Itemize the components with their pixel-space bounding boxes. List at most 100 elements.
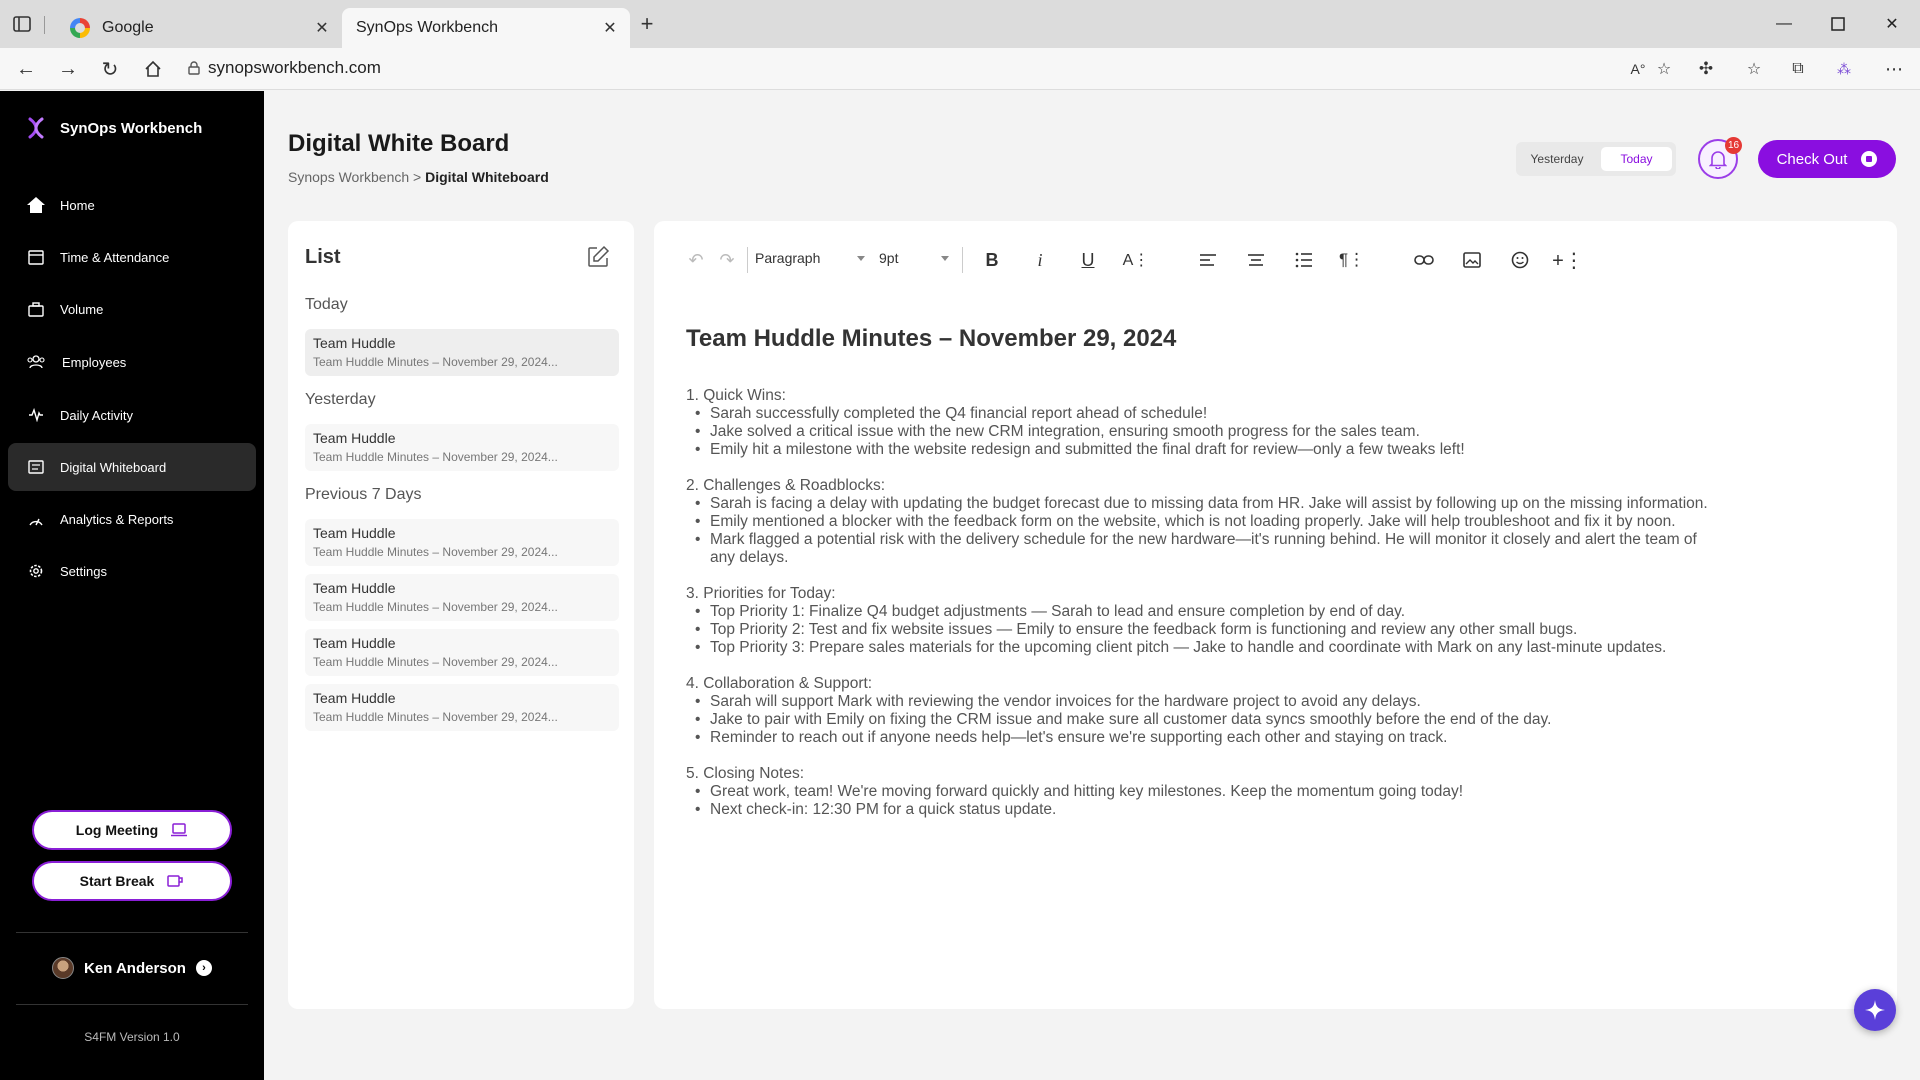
image-icon[interactable] bbox=[1460, 248, 1484, 272]
list-item[interactable]: Team Huddle Team Huddle Minutes – Novemb… bbox=[305, 329, 619, 376]
url-input[interactable]: synopsworkbench.com bbox=[208, 58, 381, 78]
bold-icon[interactable]: B bbox=[980, 248, 1004, 272]
bullet-item: Jake solved a critical issue with the ne… bbox=[686, 423, 1726, 441]
section-heading: 2. Challenges & Roadblocks: bbox=[686, 477, 886, 494]
brand[interactable]: SynOps Workbench bbox=[24, 116, 202, 140]
italic-icon[interactable]: i bbox=[1028, 248, 1052, 272]
section-collaboration: 4. Collaboration & Support: Sarah will s… bbox=[686, 675, 1726, 747]
check-out-label: Check Out bbox=[1776, 150, 1848, 168]
list-item-subtitle: Team Huddle Minutes – November 29, 2024.… bbox=[313, 655, 558, 669]
document-title[interactable]: Team Huddle Minutes – November 29, 2024 bbox=[686, 325, 1176, 353]
tab-title: SynOps Workbench bbox=[356, 19, 498, 36]
chevron-right-icon[interactable]: › bbox=[196, 960, 212, 976]
document-body[interactable]: 1. Quick Wins: Sarah successfully comple… bbox=[686, 387, 1726, 837]
block-style-value: Paragraph bbox=[755, 250, 821, 266]
bullet-item: Emily mentioned a blocker with the feedb… bbox=[686, 513, 1726, 531]
sidebar-item-daily-activity[interactable]: Daily Activity bbox=[8, 391, 256, 439]
maximize-icon[interactable] bbox=[1826, 12, 1850, 36]
undo-icon[interactable]: ↶ bbox=[684, 248, 708, 272]
toggle-today[interactable]: Today bbox=[1601, 147, 1672, 171]
brand-name: SynOps Workbench bbox=[60, 119, 203, 137]
paragraph-format-icon[interactable]: ¶⋮ bbox=[1339, 248, 1365, 272]
sidebar-item-home[interactable]: Home bbox=[8, 181, 256, 229]
sidebar-item-employees[interactable]: Employees bbox=[8, 338, 256, 386]
extensions-icon[interactable]: ✣ bbox=[1694, 57, 1718, 81]
list-item[interactable]: Team Huddle Team Huddle Minutes – Novemb… bbox=[305, 629, 619, 676]
toolbar-divider bbox=[962, 247, 963, 273]
sidebar-item-label: Home bbox=[60, 197, 95, 213]
gear-icon bbox=[26, 561, 46, 581]
bell-icon bbox=[1709, 151, 1727, 169]
align-center-icon[interactable] bbox=[1244, 248, 1268, 272]
breadcrumb-current: Digital Whiteboard bbox=[425, 169, 549, 185]
home-button-icon[interactable] bbox=[141, 57, 165, 81]
breadcrumb-root[interactable]: Synops Workbench bbox=[288, 169, 409, 185]
chevron-down-icon bbox=[941, 256, 949, 261]
log-meeting-button[interactable]: Log Meeting bbox=[32, 810, 232, 850]
block-style-select[interactable]: Paragraph bbox=[755, 250, 867, 270]
underline-icon[interactable]: U bbox=[1076, 248, 1100, 272]
editor-panel: ↶ ↷ Paragraph 9pt B i U A⋮ ¶⋮ +⋮ Team Hu… bbox=[654, 221, 1897, 1009]
list-item-title: Team Huddle bbox=[313, 690, 396, 706]
close-icon[interactable]: ✕ bbox=[312, 18, 332, 38]
collections-icon[interactable]: ⧉ bbox=[1786, 57, 1810, 81]
bullet-item: Next check-in: 12:30 PM for a quick stat… bbox=[686, 801, 1726, 819]
lock-icon bbox=[188, 61, 200, 75]
more-icon[interactable]: ⋯ bbox=[1882, 57, 1906, 81]
list-item[interactable]: Team Huddle Team Huddle Minutes – Novemb… bbox=[305, 574, 619, 621]
user-profile[interactable]: Ken Anderson bbox=[52, 957, 186, 979]
toolbar-divider bbox=[747, 247, 748, 273]
favorite-add-icon[interactable]: ☆ bbox=[1652, 57, 1676, 81]
list-item[interactable]: Team Huddle Team Huddle Minutes – Novemb… bbox=[305, 684, 619, 731]
list-item-title: Team Huddle bbox=[313, 335, 396, 351]
toggle-yesterday[interactable]: Yesterday bbox=[1520, 147, 1594, 171]
link-icon[interactable] bbox=[1412, 248, 1436, 272]
text-format-icon[interactable]: A⋮ bbox=[1123, 248, 1150, 272]
sidebar-item-volume[interactable]: Volume bbox=[8, 285, 256, 333]
back-icon[interactable]: ← bbox=[14, 57, 38, 81]
start-break-button[interactable]: Start Break bbox=[32, 861, 232, 901]
sidebar-item-label: Daily Activity bbox=[60, 407, 133, 423]
align-left-icon[interactable] bbox=[1196, 248, 1220, 272]
redo-icon[interactable]: ↷ bbox=[715, 248, 739, 272]
log-meeting-label: Log Meeting bbox=[75, 822, 159, 838]
list-panel: List Today Team Huddle Team Huddle Minut… bbox=[288, 221, 634, 1009]
users-icon bbox=[26, 352, 46, 372]
group-yesterday: Yesterday bbox=[305, 391, 376, 408]
bullet-item: Top Priority 1: Finalize Q4 budget adjus… bbox=[686, 603, 1726, 621]
tab-actions-icon[interactable] bbox=[12, 14, 32, 34]
close-icon[interactable]: ✕ bbox=[600, 18, 620, 38]
new-note-icon[interactable] bbox=[586, 245, 610, 269]
tab-synops[interactable]: SynOps Workbench ✕ bbox=[342, 8, 630, 48]
section-priorities: 3. Priorities for Today: Top Priority 1:… bbox=[686, 585, 1726, 657]
insert-more-icon[interactable]: +⋮ bbox=[1552, 248, 1584, 272]
font-size-select[interactable]: 9pt bbox=[879, 250, 951, 270]
list-item[interactable]: Team Huddle Team Huddle Minutes – Novemb… bbox=[305, 519, 619, 566]
new-tab-icon[interactable]: + bbox=[637, 11, 657, 36]
breadcrumb-separator: > bbox=[409, 169, 426, 185]
coffee-icon bbox=[167, 875, 184, 887]
sidebar-item-label: Employees bbox=[62, 354, 127, 370]
sidebar-item-analytics-reports[interactable]: Analytics & Reports bbox=[8, 495, 256, 543]
minimize-icon[interactable]: — bbox=[1772, 12, 1796, 36]
refresh-icon[interactable]: ↻ bbox=[98, 57, 122, 81]
synops-logo-icon bbox=[28, 117, 44, 139]
numbered-list-icon[interactable] bbox=[1292, 248, 1316, 272]
read-aloud-icon[interactable]: A° bbox=[1626, 57, 1650, 81]
favorites-icon[interactable]: ☆ bbox=[1742, 57, 1766, 81]
profile-icon[interactable]: ⁂ bbox=[1832, 57, 1856, 81]
window-close-icon[interactable]: ✕ bbox=[1880, 12, 1904, 36]
tab-google[interactable]: Google ✕ bbox=[58, 8, 342, 48]
avatar bbox=[52, 957, 74, 979]
check-out-button[interactable]: Check Out bbox=[1758, 140, 1896, 178]
sidebar-item-settings[interactable]: Settings bbox=[8, 547, 256, 595]
forward-icon[interactable]: → bbox=[56, 57, 80, 81]
notification-badge: 16 bbox=[1725, 137, 1742, 154]
ai-assistant-button[interactable] bbox=[1854, 989, 1896, 1031]
sidebar-item-time-attendance[interactable]: Time & Attendance bbox=[8, 233, 256, 281]
sidebar-item-digital-whiteboard[interactable]: Digital Whiteboard bbox=[8, 443, 256, 491]
emoji-icon[interactable] bbox=[1508, 248, 1532, 272]
sparkle-icon bbox=[1865, 1000, 1885, 1020]
list-item[interactable]: Team Huddle Team Huddle Minutes – Novemb… bbox=[305, 424, 619, 471]
calendar-icon bbox=[26, 247, 46, 267]
